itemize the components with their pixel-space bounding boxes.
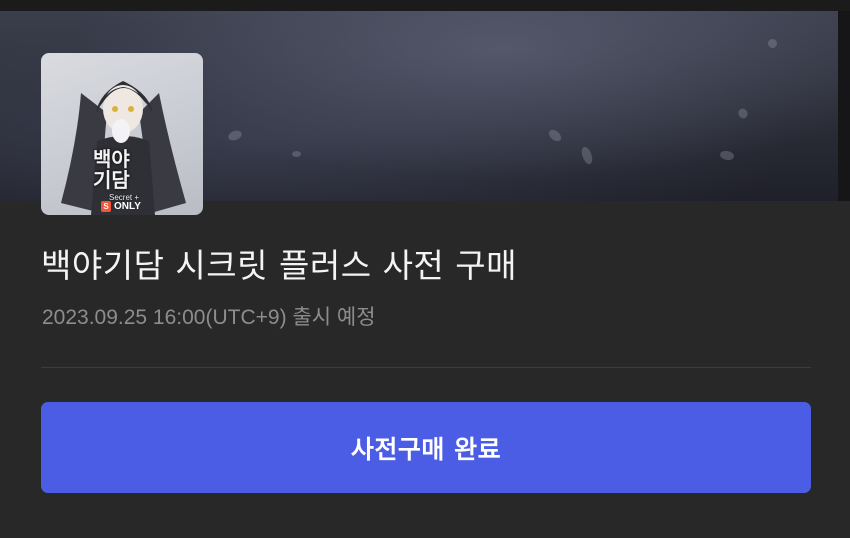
divider <box>41 367 811 368</box>
cover-badge-text: ONLY <box>114 201 141 212</box>
top-bar <box>0 0 850 11</box>
cover-image: 백야기담 Secret + S ONLY <box>41 53 203 215</box>
cover-title-art: 백야기담 <box>93 147 130 192</box>
release-date: 2023.09.25 16:00(UTC+9) 출시 예정 <box>42 306 376 329</box>
product-title: 백야기담 시크릿 플러스 사전 구매 <box>41 246 517 285</box>
preorder-complete-button[interactable]: 사전구매 완료 <box>41 402 811 493</box>
product-page: 백야기담 Secret + S ONLY 백야기담 시크릿 플러스 사전 구매 … <box>0 0 850 538</box>
cover-badge: S ONLY <box>101 201 141 212</box>
series-logo-icon: S <box>101 201 111 212</box>
scrollbar[interactable] <box>838 11 850 201</box>
